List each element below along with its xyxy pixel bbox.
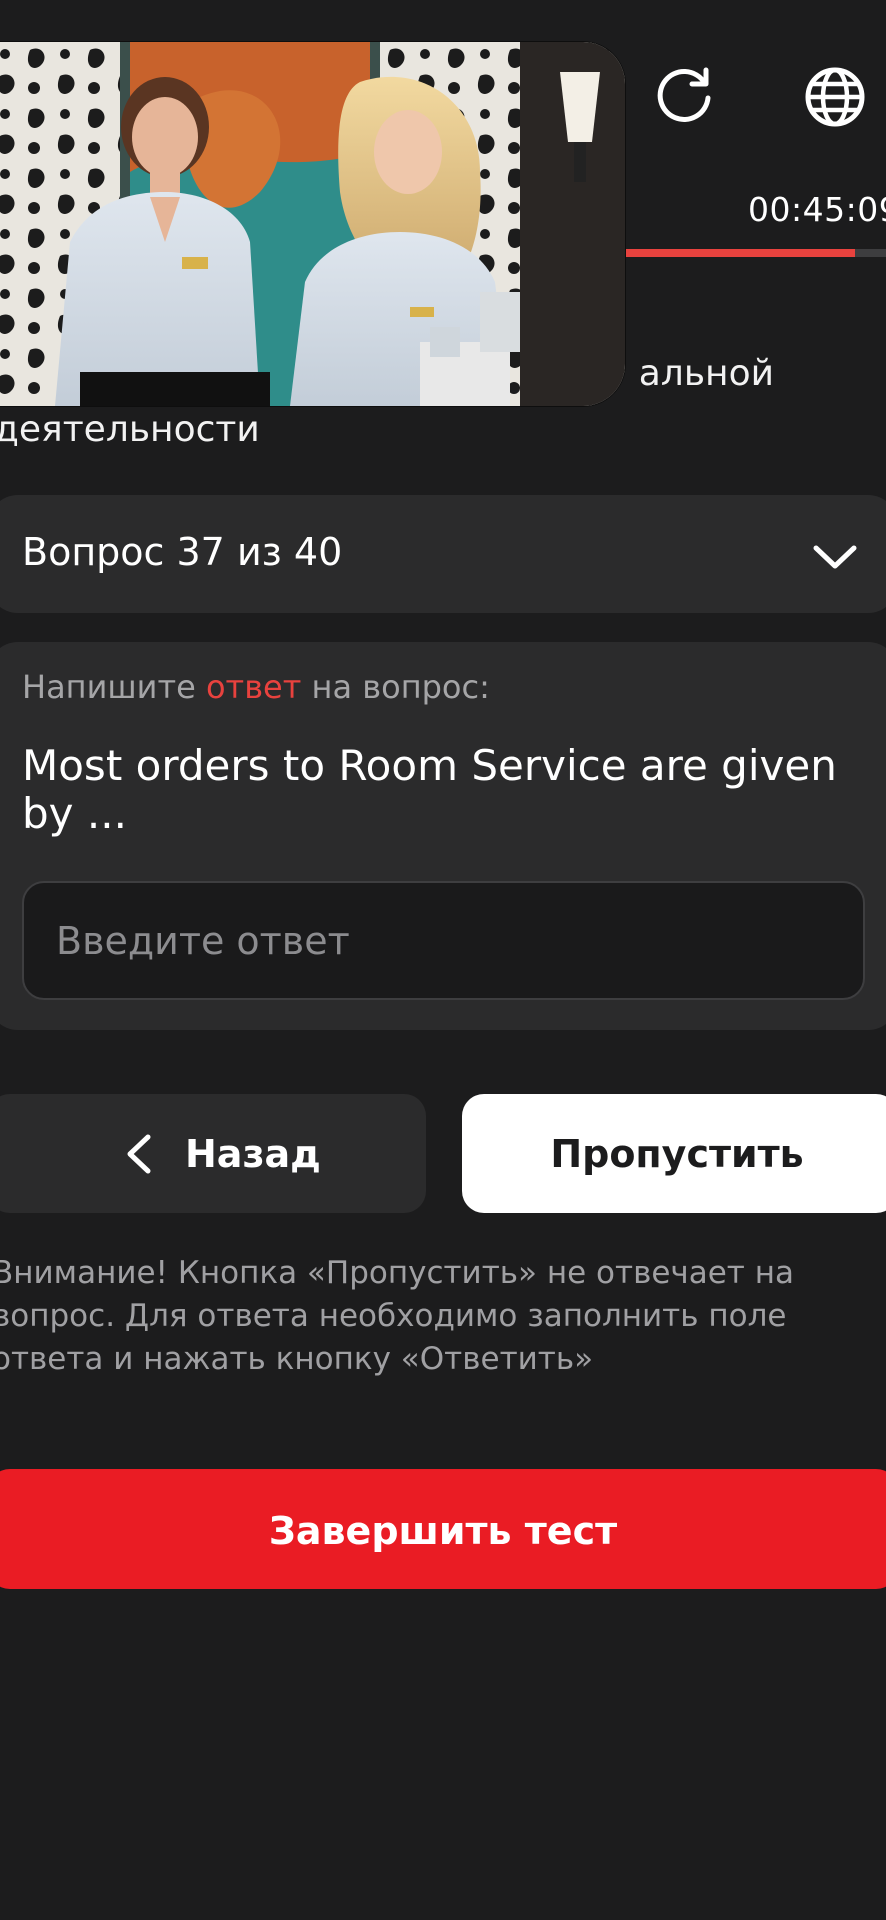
finish-test-label: Завершить тест	[268, 1509, 618, 1553]
time-progress-fill	[626, 249, 855, 257]
back-button-label: Назад	[185, 1132, 321, 1176]
reload-button[interactable]	[652, 62, 718, 128]
prompt-before: Напишите	[22, 668, 206, 706]
question-text: Most orders to Room Service are given by…	[22, 741, 837, 838]
language-button[interactable]	[800, 62, 870, 132]
answer-input[interactable]	[22, 881, 865, 1000]
chevron-left-icon	[122, 1133, 156, 1175]
prompt-accent-word: ответ	[205, 668, 302, 706]
time-progress-bar	[626, 249, 886, 257]
video-thumbnail[interactable]	[0, 42, 625, 406]
test-title-line2: деятельности	[0, 409, 260, 450]
question-prompt: Напишите ответ на вопрос:	[22, 668, 490, 706]
skip-button-label: Пропустить	[550, 1132, 804, 1176]
timer: 00:45:09	[748, 190, 886, 229]
reload-icon	[657, 67, 711, 122]
question-selector-label: Вопрос 37 из 40	[22, 530, 343, 574]
prompt-after: на вопрос:	[301, 668, 490, 706]
skip-warning-text: Внимание! Кнопка «Пропустить» не отвечае…	[0, 1255, 794, 1377]
globe-icon	[805, 67, 865, 127]
chevron-down-icon	[813, 545, 857, 569]
question-selector-toggle[interactable]	[812, 534, 858, 580]
video-frame-illustration	[0, 42, 625, 406]
